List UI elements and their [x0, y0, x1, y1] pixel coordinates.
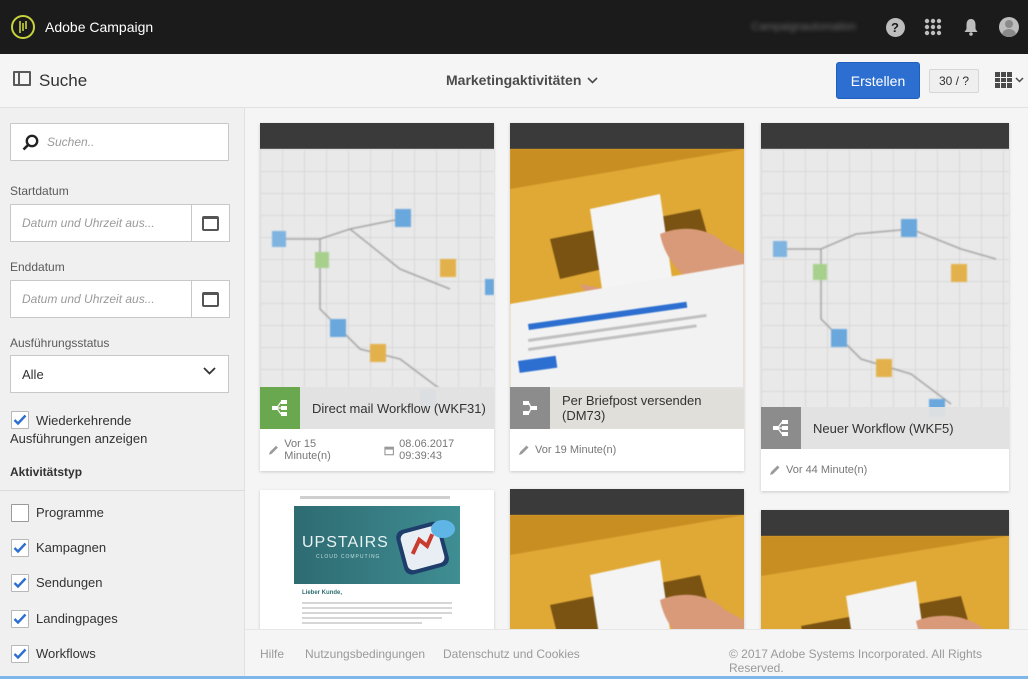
calendar-icon: [202, 291, 219, 307]
footer-copyright: © 2017 Adobe Systems Incorporated. All R…: [729, 647, 982, 675]
email-thumbnail: UPSTAIRS CLOUD COMPUTING Lieber Kunde,: [260, 490, 494, 629]
search-icon: [22, 134, 39, 151]
footer: Hilfe Nutzungsbedingungen Datenschutz un…: [245, 629, 1028, 676]
status-label: Ausführungsstatus: [10, 336, 110, 350]
end-date-label: Enddatum: [10, 260, 65, 274]
activity-type-heading: Aktivitätstyp: [10, 465, 83, 479]
programs-checkbox[interactable]: [11, 504, 29, 522]
checkmark-icon: [13, 577, 27, 589]
chevron-down-icon: [1015, 77, 1024, 83]
type-label-deliveries[interactable]: Sendungen: [36, 575, 103, 590]
adobe-campaign-logo-icon[interactable]: [11, 15, 35, 39]
activity-card[interactable]: [510, 489, 744, 629]
card-title-bar: Direct mail Workflow (WKF31): [260, 387, 494, 429]
email-greeting: Lieber Kunde,: [302, 590, 343, 596]
divider: [0, 490, 245, 491]
activity-card[interactable]: [761, 510, 1009, 629]
calendar-icon: [384, 446, 394, 455]
app-switcher-button[interactable]: [914, 0, 952, 54]
chevron-down-icon: [203, 367, 216, 375]
card-title-bar: Per Briefpost versenden (DM73): [510, 387, 744, 429]
direct-mail-icon: [510, 387, 550, 429]
chevron-down-icon: [587, 76, 598, 84]
campaigns-checkbox[interactable]: [11, 539, 29, 557]
card-modified-time: Vor 44 Minute(n): [786, 464, 868, 476]
card-modified-time: Vor 15 Minute(n): [284, 438, 331, 462]
card-title[interactable]: Direct mail Workflow (WKF31): [300, 387, 494, 429]
card-date: 08.06.2017 09:39:43: [399, 438, 455, 462]
card-title[interactable]: Neuer Workflow (WKF5): [801, 407, 1009, 449]
start-date-label: Startdatum: [10, 184, 69, 198]
workflow-thumbnail: [260, 123, 494, 429]
type-label-landingpages[interactable]: Landingpages: [36, 611, 118, 626]
card-meta: Vor 44 Minute(n): [761, 449, 1009, 491]
profile-button[interactable]: [990, 0, 1028, 54]
start-date-picker-button[interactable]: [191, 204, 230, 242]
pencil-icon: [519, 445, 529, 455]
pencil-icon: [268, 445, 278, 455]
recurring-label[interactable]: Wiederkehrende Ausführungen anzeigen: [10, 412, 210, 448]
card-meta: Vor 15 Minute(n) 08.06.2017 09:39:43: [260, 429, 494, 471]
search-panel-title: Suche: [39, 71, 88, 90]
grid-icon: [924, 18, 942, 36]
notifications-button[interactable]: [952, 0, 990, 54]
deliveries-checkbox[interactable]: [11, 574, 29, 592]
search-sidebar: Suchen.. Startdatum Datum und Uhrzeit au…: [0, 108, 245, 679]
activity-card[interactable]: Per Briefpost versenden (DM73) Vor 19 Mi…: [510, 123, 744, 471]
type-label-workflows[interactable]: Workflows: [36, 646, 96, 661]
checkmark-icon: [13, 613, 27, 625]
status-value: Alle: [22, 366, 44, 382]
view-mode-toggle[interactable]: [995, 72, 1024, 88]
result-count: 30 / ?: [929, 69, 979, 93]
landingpages-checkbox[interactable]: [11, 610, 29, 628]
avatar: [999, 17, 1019, 37]
activity-card[interactable]: UPSTAIRS CLOUD COMPUTING Lieber Kunde,: [260, 490, 494, 629]
type-label-programs[interactable]: Programme: [36, 505, 104, 520]
view-selector[interactable]: Marketingaktivitäten: [446, 72, 598, 88]
delivery-thumbnail: [510, 123, 744, 429]
delivery-thumbnail: [761, 510, 1009, 629]
delivery-thumbnail: [510, 489, 744, 629]
checkmark-icon: [13, 542, 27, 554]
workflows-checkbox[interactable]: [11, 645, 29, 663]
workflow-icon: [260, 387, 300, 429]
email-brand: UPSTAIRS: [302, 534, 389, 551]
calendar-icon: [202, 215, 219, 231]
activity-grid: Direct mail Workflow (WKF31) Vor 15 Minu…: [245, 108, 1028, 629]
help-icon: ?: [885, 17, 905, 37]
bell-icon: [964, 19, 978, 36]
top-bar: Adobe Campaign Campaignautomation ?: [0, 0, 1028, 54]
end-date-picker-button[interactable]: [191, 280, 230, 318]
footer-terms-link[interactable]: Nutzungsbedingungen: [305, 647, 425, 661]
card-title-bar: Neuer Workflow (WKF5): [761, 407, 1009, 449]
card-meta: Vor 19 Minute(n): [510, 429, 744, 471]
search-input[interactable]: Suchen..: [10, 123, 229, 161]
workflow-icon: [761, 407, 801, 449]
activity-card[interactable]: Neuer Workflow (WKF5) Vor 44 Minute(n): [761, 123, 1009, 491]
workflow-thumbnail: [761, 123, 1009, 449]
toggle-panel-icon[interactable]: [13, 71, 31, 86]
org-name[interactable]: Campaignautomation: [751, 21, 856, 33]
activity-card[interactable]: Direct mail Workflow (WKF31) Vor 15 Minu…: [260, 123, 494, 471]
create-button[interactable]: Erstellen: [836, 62, 920, 99]
start-date-placeholder: Datum und Uhrzeit aus...: [22, 216, 155, 230]
checkmark-icon: [13, 648, 27, 660]
search-placeholder: Suchen..: [47, 135, 95, 149]
end-date-placeholder: Datum und Uhrzeit aus...: [22, 292, 155, 306]
help-button[interactable]: ?: [876, 0, 914, 54]
end-date-input[interactable]: Datum und Uhrzeit aus...: [10, 280, 192, 318]
type-label-campaigns[interactable]: Kampagnen: [36, 540, 106, 555]
start-date-input[interactable]: Datum und Uhrzeit aus...: [10, 204, 192, 242]
footer-privacy-link[interactable]: Datenschutz und Cookies: [443, 647, 580, 661]
header-bar: Suche Marketingaktivitäten Erstellen 30 …: [0, 54, 1028, 108]
card-view-icon: [995, 72, 1012, 88]
card-modified-time: Vor 19 Minute(n): [535, 444, 617, 456]
status-select[interactable]: Alle: [10, 355, 229, 393]
view-title: Marketingaktivitäten: [446, 72, 582, 88]
footer-help-link[interactable]: Hilfe: [260, 647, 284, 661]
pencil-icon: [770, 465, 780, 475]
app-name[interactable]: Adobe Campaign: [45, 19, 153, 35]
email-brand-sub: CLOUD COMPUTING: [316, 554, 381, 560]
card-title[interactable]: Per Briefpost versenden (DM73): [550, 387, 744, 429]
